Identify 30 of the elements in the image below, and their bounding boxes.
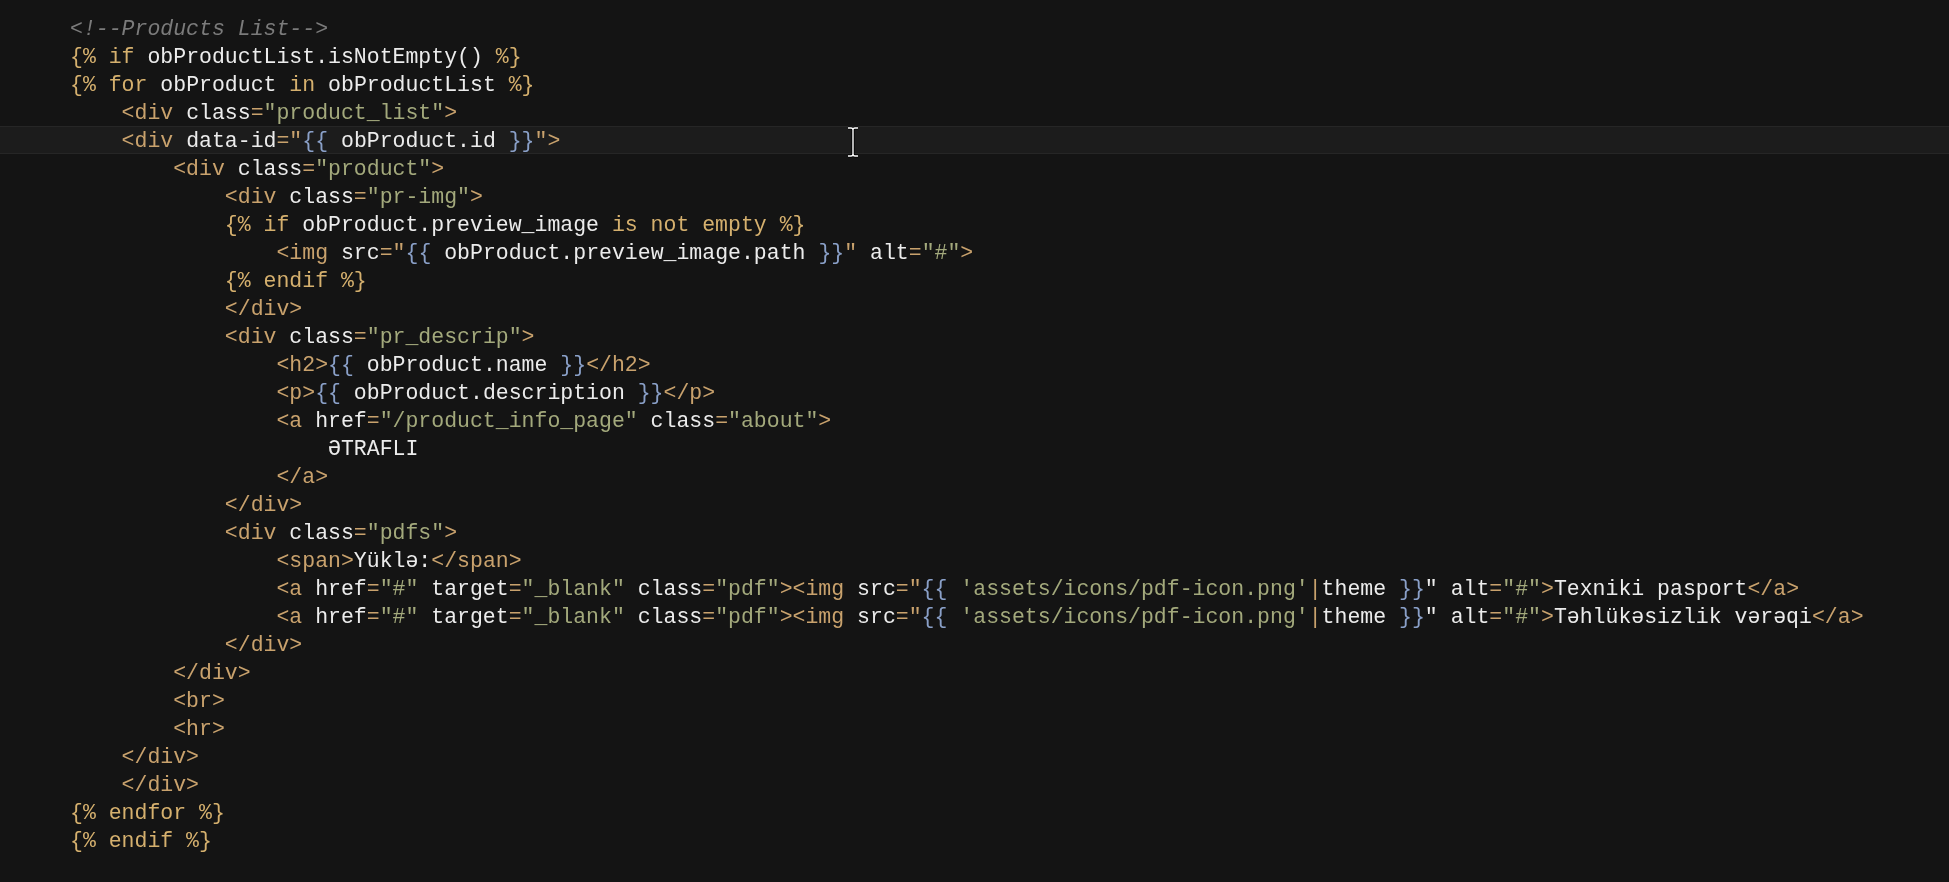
- code-line: <h2>{{ obProduct.name }}</h2>: [275, 352, 652, 378]
- code-line: <p>{{ obProduct.description }}</p>: [275, 380, 717, 406]
- code-line: <div class="product">: [172, 156, 446, 182]
- code-line: <img src="{{ obProduct.preview_image.path }}" alt="#">: [275, 240, 975, 266]
- code-line: <!--Products List-->: [69, 16, 330, 42]
- code-line: {% if obProduct.preview_image is not empty %}: [223, 212, 807, 238]
- code-line: </div>: [223, 632, 304, 658]
- code-line: <br>: [172, 688, 226, 714]
- text-cursor-icon: [846, 126, 860, 158]
- code-line: <div class="pr-img">: [223, 184, 484, 210]
- code-line: <div class="pdfs">: [223, 520, 459, 546]
- code-line: </div>: [223, 296, 304, 322]
- code-line: </div>: [223, 492, 304, 518]
- code-line: </div>: [120, 744, 201, 770]
- code-line: <div class="product_list">: [120, 100, 459, 126]
- code-line: <span>Yüklə:</span>: [275, 548, 523, 574]
- code-line: <a href="#" target="_blank" class="pdf"><img src="{{ 'assets/icons/pdf-icon.png'|theme }}" alt="#">Texniki pasport</a>: [275, 576, 1801, 602]
- code-line: {% endif %}: [223, 268, 368, 294]
- code-line: <div class="pr_descrip">: [223, 324, 536, 350]
- code-line: </div>: [172, 660, 252, 686]
- code-line: {% endfor %}: [69, 800, 226, 826]
- code-line: <a href="#" target="_blank" class="pdf"><img src="{{ 'assets/icons/pdf-icon.png'|theme }}" alt="#">Təhlükəsizlik vərəqi</a>: [275, 604, 1865, 630]
- code-line: <a href="/product_info_page" class="about">: [275, 408, 833, 434]
- code-line: ƏTRAFLI: [327, 436, 420, 462]
- code-line: {% endif %}: [69, 828, 213, 854]
- code-line: <hr>: [172, 716, 226, 742]
- code-line: {% for obProduct in obProductList %}: [69, 72, 536, 98]
- code-line: </a>: [275, 464, 330, 490]
- code-line: {% if obProductList.isNotEmpty() %}: [69, 44, 523, 70]
- code-line: </div>: [120, 772, 201, 798]
